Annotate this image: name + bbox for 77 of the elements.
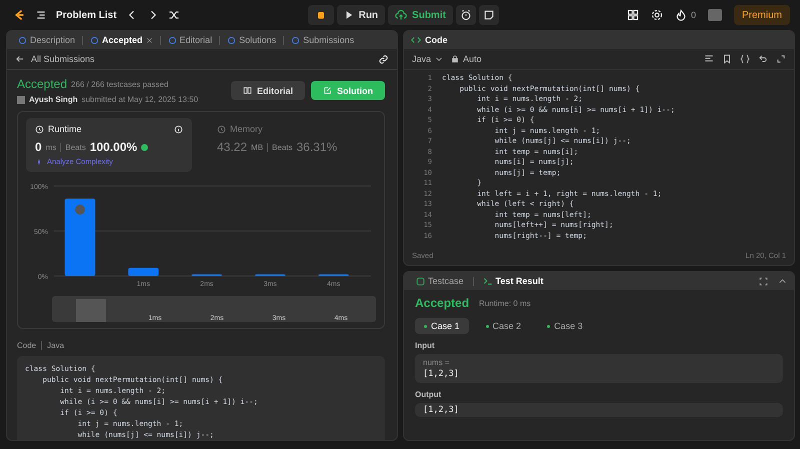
selection-highlight xyxy=(76,299,106,322)
layout-icon xyxy=(626,9,639,21)
code-label: Code xyxy=(17,341,36,350)
stat-value: 0 xyxy=(35,140,42,154)
close-icon xyxy=(146,36,153,44)
beats-value: 36.31% xyxy=(296,140,338,154)
premium-button[interactable]: Premium xyxy=(734,5,790,25)
note-icon xyxy=(482,9,495,21)
edit-icon xyxy=(323,86,332,95)
input-value: [1,2,3] xyxy=(423,369,460,379)
streak-count: 0 xyxy=(690,10,696,20)
submitted-text: submitted at May 12, 2025 13:50 xyxy=(82,95,198,104)
cloud-upload-icon xyxy=(395,9,408,21)
result-status: Accepted xyxy=(415,296,470,310)
info-icon xyxy=(174,124,183,134)
stat-card[interactable]: Memory 43.22 MB Beats 36.31% xyxy=(208,118,374,172)
avatar-icon xyxy=(75,204,85,215)
panel-title: Code xyxy=(425,35,448,45)
stat-value: 43.22 xyxy=(217,140,248,154)
bookmark-icon xyxy=(722,54,732,64)
all-submissions-link[interactable]: All Submissions xyxy=(31,54,95,64)
arrow-left-icon xyxy=(15,54,25,64)
sparkle-icon xyxy=(35,158,43,166)
settings-icon xyxy=(650,9,663,21)
badge-icon xyxy=(141,144,148,150)
link-icon xyxy=(378,54,389,64)
problem-list-title[interactable]: Problem List xyxy=(56,10,117,20)
panel-tab[interactable]: Testcase xyxy=(411,272,469,290)
submit-button[interactable]: Submit xyxy=(388,5,453,25)
chevron-down-icon xyxy=(435,55,444,63)
stat-title: Runtime xyxy=(48,124,82,134)
output-label: Output xyxy=(415,390,442,399)
braces-icon xyxy=(740,54,750,64)
mode-label[interactable]: Auto xyxy=(463,54,482,64)
avatar-icon[interactable] xyxy=(708,9,722,21)
terminal-icon xyxy=(482,276,493,286)
check-box-icon xyxy=(416,276,425,286)
lock-icon xyxy=(451,55,460,63)
avatar-icon xyxy=(17,96,25,104)
author-name[interactable]: Ayush Singh xyxy=(29,95,78,104)
alarm-icon xyxy=(460,9,472,21)
chevron-up-icon xyxy=(778,276,787,286)
panel-tab[interactable]: Solutions xyxy=(222,31,282,49)
code-icon xyxy=(411,35,421,45)
case-tab[interactable]: Case 1 xyxy=(415,318,469,334)
stat-unit: ms xyxy=(46,142,56,152)
language-label: Java xyxy=(47,341,64,350)
chart-bar xyxy=(128,268,159,276)
editorial-button[interactable]: Editorial xyxy=(230,81,305,100)
beats-label: Beats xyxy=(65,142,86,152)
runtime-text: Runtime: 0 ms xyxy=(479,298,531,308)
panel-tab[interactable]: Description xyxy=(13,31,80,49)
panel-tab[interactable]: Editorial xyxy=(162,31,218,49)
testcases-text: 266 / 266 testcases passed xyxy=(71,80,168,88)
expand-icon xyxy=(776,54,786,64)
language-dropdown[interactable]: Java xyxy=(412,54,432,64)
param-name: nums = xyxy=(423,358,450,367)
shuffle-icon xyxy=(168,9,180,21)
status-text: Accepted xyxy=(17,77,68,91)
undo-icon xyxy=(758,54,768,64)
stat-title: Memory xyxy=(230,124,263,134)
flame-icon xyxy=(674,9,687,21)
case-tab[interactable]: Case 2 xyxy=(476,318,530,334)
run-button[interactable]: Run xyxy=(336,5,386,25)
panel-tab[interactable]: Test Result xyxy=(478,272,548,290)
panel-tab[interactable]: Accepted xyxy=(85,31,158,49)
format-icon xyxy=(704,54,714,64)
beats-label: Beats xyxy=(272,142,292,152)
fullscreen-icon xyxy=(759,276,768,286)
beats-value: 100.00% xyxy=(90,140,138,154)
case-tab[interactable]: Case 3 xyxy=(538,318,592,334)
output-value: [1,2,3] xyxy=(423,405,460,415)
stat-unit: MB xyxy=(251,142,264,152)
list-icon xyxy=(35,9,47,21)
panel-tab[interactable]: Submissions xyxy=(286,31,360,49)
input-label: Input xyxy=(415,341,436,350)
play-icon xyxy=(344,10,354,20)
